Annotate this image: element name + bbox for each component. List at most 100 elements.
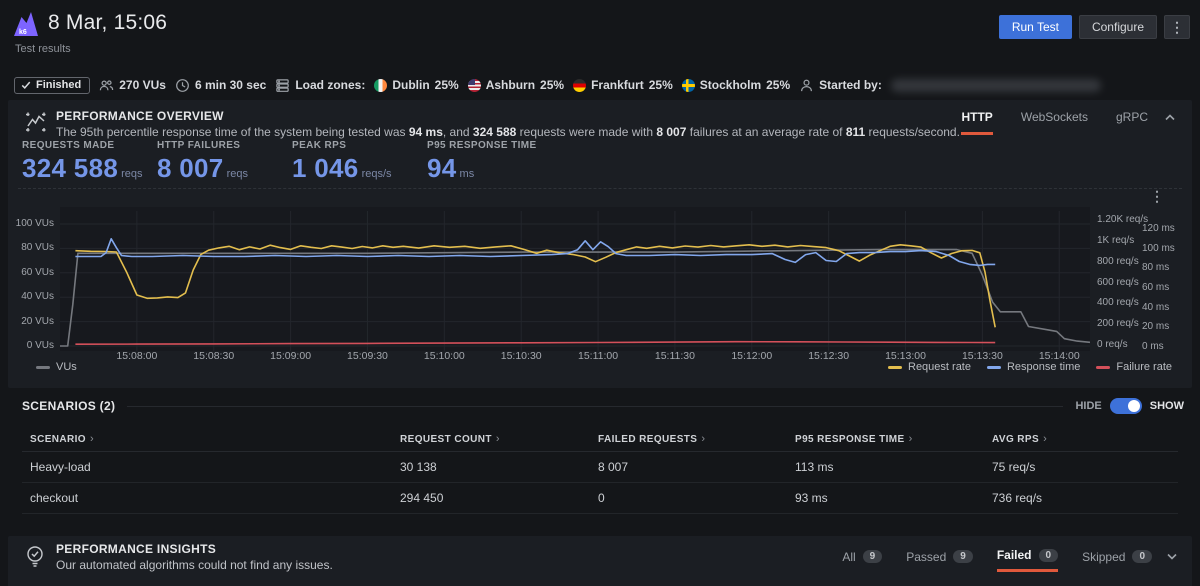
x-axis-label: 15:09:30: [332, 350, 402, 362]
y-axis-label-ms: 60 ms: [1142, 282, 1169, 293]
vus-summary: 270 VUs: [99, 78, 166, 93]
users-icon: [99, 78, 114, 93]
lightbulb-check-icon: [24, 545, 46, 567]
server-stack-icon: [275, 78, 290, 93]
x-axis-label: 15:14:00: [1024, 350, 1094, 362]
legend-item-failure-rate[interactable]: Failure rate: [1096, 361, 1172, 373]
toggle-knob: [1128, 400, 1140, 412]
y-axis-label-ms: 40 ms: [1142, 302, 1169, 313]
svg-text:k6: k6: [19, 29, 27, 36]
column-header-p95-response-time[interactable]: P95 RESPONSE TIME›: [787, 433, 984, 445]
tab-skipped[interactable]: Skipped 0: [1082, 548, 1152, 572]
x-axis-label: 15:13:00: [871, 350, 941, 362]
insights-subtitle: Our automated algorithms could not find …: [56, 558, 333, 572]
line-chart-icon: [25, 111, 47, 133]
table-row[interactable]: checkout 294 450 0 93 ms 736 req/s: [22, 483, 1178, 514]
chart-divider: [18, 188, 1182, 189]
cell-scenario-name: Heavy-load: [22, 460, 392, 474]
run-test-button[interactable]: Run Test: [999, 15, 1072, 39]
y-axis-label-vus: 0 VUs: [8, 340, 54, 351]
count-badge: 0: [1132, 550, 1152, 563]
legend-right-group: Request rate Response time Failure rate: [888, 361, 1172, 373]
tab-grpc[interactable]: gRPC: [1116, 110, 1148, 135]
check-icon: [21, 80, 31, 90]
failure-rate-legend-marker: [1096, 366, 1110, 369]
x-axis-label: 15:10:30: [486, 350, 556, 362]
response-time-legend-marker: [987, 366, 1001, 369]
zone-frankfurt: Frankfurt 25%: [573, 78, 673, 92]
scenarios-section: SCENARIOS (2) HIDE SHOW SCENARIO› REQUES…: [8, 396, 1192, 514]
status-bar: Finished 270 VUs 6 min 30 sec Load zones…: [14, 76, 1101, 94]
column-header-request-count[interactable]: REQUEST COUNT›: [392, 433, 590, 445]
protocol-tabs: HTTP WebSockets gRPC: [961, 110, 1148, 135]
y-axis-label-vus: 40 VUs: [8, 291, 54, 302]
sort-chevron-icon: ›: [90, 433, 94, 445]
y-axis-label-rps: 800 req/s: [1097, 256, 1139, 267]
overview-subtitle: The 95th percentile response time of the…: [56, 125, 960, 139]
configure-button[interactable]: Configure: [1079, 15, 1157, 39]
tab-passed[interactable]: Passed 9: [906, 548, 973, 572]
metrics-row: REQUESTS MADE 324 588reqs HTTP FAILURES …: [22, 140, 587, 184]
x-axis-label: 15:12:00: [717, 350, 787, 362]
person-icon: [799, 78, 814, 93]
show-label: SHOW: [1150, 400, 1184, 412]
cell-scenario-name: checkout: [22, 491, 392, 505]
legend-item-vus[interactable]: VUs: [36, 361, 77, 373]
chevron-down-icon[interactable]: [1166, 550, 1178, 562]
sort-chevron-icon: ›: [1043, 433, 1047, 445]
usa-flag-icon: [468, 79, 481, 92]
x-axis-label: 15:11:30: [640, 350, 710, 362]
timeseries-plot[interactable]: [60, 205, 1090, 353]
column-header-scenario[interactable]: SCENARIO›: [22, 433, 392, 445]
x-axis-label: 15:08:00: [102, 350, 172, 362]
y-axis-label-vus: 20 VUs: [8, 316, 54, 327]
y-axis-label-ms: 120 ms: [1142, 223, 1175, 234]
clock-icon: [175, 78, 190, 93]
metric-peak-rps: PEAK RPS 1 046reqs/s: [292, 140, 427, 184]
y-axis-label-ms: 0 ms: [1142, 341, 1164, 352]
chevron-up-icon[interactable]: [1164, 112, 1176, 124]
scenario-table-header: SCENARIO› REQUEST COUNT› FAILED REQUESTS…: [22, 426, 1178, 452]
table-row[interactable]: Heavy-load 30 138 8 007 113 ms 75 req/s: [22, 452, 1178, 483]
tab-websockets[interactable]: WebSockets: [1021, 110, 1088, 135]
cell-request-count: 294 450: [392, 491, 590, 505]
status-badge: Finished: [14, 77, 90, 94]
legend-item-response-time[interactable]: Response time: [987, 361, 1080, 373]
y-axis-label-ms: 80 ms: [1142, 262, 1169, 273]
metric-p95-response-time: P95 RESPONSE TIME 94ms: [427, 140, 587, 184]
ireland-flag-icon: [374, 79, 387, 92]
page-subtitle: Test results: [15, 43, 71, 55]
x-axis-label: 15:13:30: [947, 350, 1017, 362]
tab-http[interactable]: HTTP: [961, 110, 992, 135]
column-header-failed-requests[interactable]: FAILED REQUESTS›: [590, 433, 787, 445]
sweden-flag-icon: [682, 79, 695, 92]
chart-kebab-menu-icon[interactable]: ⋮: [1150, 190, 1164, 202]
redacted-username: [891, 79, 1101, 92]
x-axis-label: 15:10:00: [409, 350, 479, 362]
cell-failed-requests: 8 007: [590, 460, 787, 474]
load-zones-summary: Load zones:: [275, 78, 365, 93]
plot-area[interactable]: [60, 205, 1090, 353]
performance-insights-panel: PERFORMANCE INSIGHTS Our automated algor…: [8, 536, 1192, 586]
y-axis-label-vus: 80 VUs: [8, 242, 54, 253]
request-rate-legend-marker: [888, 366, 902, 369]
divider: [127, 406, 1063, 407]
y-axis-label-vus: 60 VUs: [8, 267, 54, 278]
tab-all[interactable]: All 9: [842, 548, 882, 572]
y-axis-label-rps: 0 req/s: [1097, 339, 1128, 350]
vus-legend-marker: [36, 366, 50, 369]
zone-stockholm: Stockholm 25%: [682, 78, 790, 92]
x-axis-label: 15:09:00: [256, 350, 326, 362]
overview-title: PERFORMANCE OVERVIEW: [56, 109, 224, 123]
column-header-avg-rps[interactable]: AVG RPS›: [984, 433, 1178, 445]
tab-failed[interactable]: Failed 0: [997, 548, 1058, 572]
scenario-table: SCENARIO› REQUEST COUNT› FAILED REQUESTS…: [22, 426, 1178, 514]
page-title: 8 Mar, 15:06: [48, 11, 167, 35]
header-kebab-menu-icon[interactable]: ⋮: [1164, 15, 1190, 39]
show-hide-toggle[interactable]: [1110, 398, 1142, 414]
y-axis-label-rps: 1.20K req/s: [1097, 214, 1148, 225]
metric-requests-made: REQUESTS MADE 324 588reqs: [22, 140, 157, 184]
legend-item-request-rate[interactable]: Request rate: [888, 361, 971, 373]
scenarios-title: SCENARIOS (2): [22, 399, 115, 413]
y-axis-label-ms: 20 ms: [1142, 321, 1169, 332]
